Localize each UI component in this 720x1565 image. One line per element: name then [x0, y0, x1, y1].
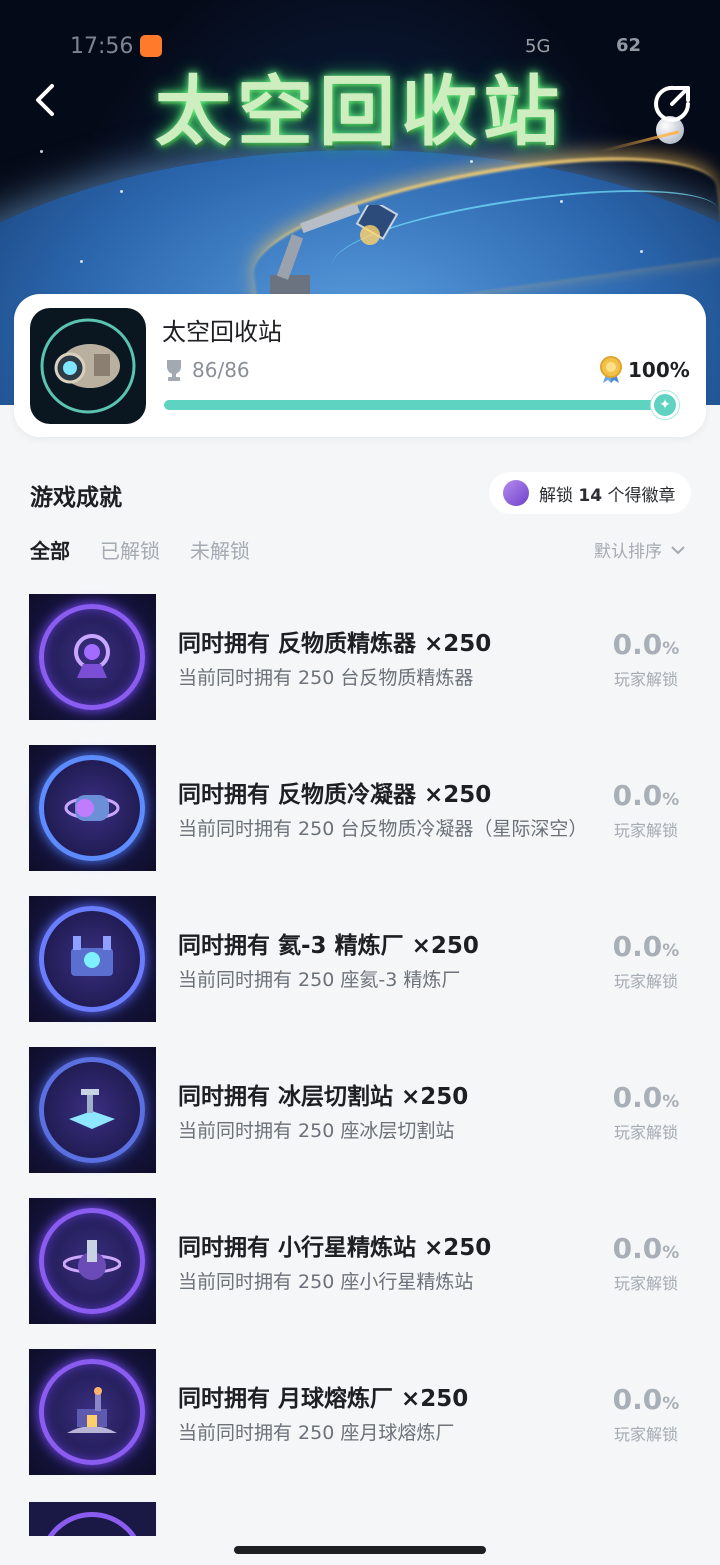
- badge-count: 14: [578, 485, 603, 506]
- badge-prefix: 解锁: [539, 485, 573, 506]
- star: [640, 250, 643, 253]
- rate-value: 0.0: [612, 1081, 663, 1114]
- robot-arm-image: [270, 205, 399, 295]
- signal-icon: 5G: [525, 36, 551, 57]
- rate-value: 0.0: [612, 1383, 663, 1416]
- banner-title: 太空回收站: [155, 67, 565, 156]
- factory-icon: [29, 896, 156, 1022]
- home-indicator[interactable]: [234, 1546, 486, 1554]
- battery-level: 62: [616, 35, 642, 56]
- achievement-row[interactable]: 同时拥有 冰层切割站 ×250 当前同时拥有 250 座冰层切割站 0.0% 玩…: [0, 1047, 720, 1173]
- achievement-desc: 当前同时拥有 250 台反物质精炼器: [178, 667, 474, 689]
- rate-unit: %: [662, 941, 680, 961]
- unlock-rate: 0.0%: [598, 779, 694, 812]
- condenser-icon: [29, 745, 156, 871]
- tab-unlocked[interactable]: 已解锁: [100, 535, 160, 564]
- ice-cutter-icon: [29, 1047, 156, 1173]
- achievement-title: 同时拥有 反物质精炼器 ×250: [178, 631, 492, 657]
- unlock-rate: 0.0%: [598, 628, 694, 661]
- rate-unit: %: [662, 790, 680, 810]
- unlock-rate-label: 玩家解锁: [613, 670, 678, 689]
- section-title: 游戏成就: [30, 485, 122, 511]
- star: [560, 200, 563, 203]
- lunar-smelter-icon: [29, 1349, 156, 1475]
- achievement-icon-partial: [29, 1502, 156, 1536]
- rate-unit: %: [662, 1394, 680, 1414]
- achievement-row[interactable]: 同时拥有 反物质精炼器 ×250 当前同时拥有 250 台反物质精炼器 0.0%…: [0, 594, 720, 720]
- unlock-rate: 0.0%: [598, 930, 694, 963]
- refinery-icon: [29, 594, 156, 720]
- achievement-desc: 当前同时拥有 250 台反物质冷凝器（星际深空）: [178, 818, 588, 840]
- chevron-down-icon: [671, 545, 685, 554]
- back-icon[interactable]: [26, 80, 66, 120]
- achievement-row[interactable]: 同时拥有 氦-3 精炼厂 ×250 当前同时拥有 250 座氦-3 精炼厂 0.…: [0, 896, 720, 1022]
- achievement-title: 同时拥有 氦-3 精炼厂 ×250: [178, 933, 479, 959]
- achievement-desc: 当前同时拥有 250 座月球熔炼厂: [178, 1422, 455, 1444]
- achievement-title: 同时拥有 小行星精炼站 ×250: [178, 1235, 492, 1261]
- star: [80, 260, 83, 263]
- badge-suffix: 个得徽章: [607, 485, 676, 506]
- unlock-rate-label: 玩家解锁: [613, 1123, 678, 1142]
- tab-locked[interactable]: 未解锁: [190, 535, 250, 564]
- star: [470, 160, 473, 163]
- achievement-desc: 当前同时拥有 250 座氦-3 精炼厂: [178, 969, 461, 991]
- asteroid-refinery-icon: [29, 1198, 156, 1324]
- unlock-rate-label: 玩家解锁: [613, 1425, 678, 1444]
- rate-unit: %: [662, 639, 680, 659]
- completion-progress-bar: [164, 400, 670, 410]
- badge-unlock-text: 解锁 14 个得徽章: [539, 481, 675, 506]
- game-name: 太空回收站: [162, 318, 282, 346]
- unlock-rate-label: 玩家解锁: [613, 821, 678, 840]
- game-icon: [30, 308, 146, 424]
- sort-label: 默认排序: [594, 542, 662, 562]
- achievement-desc: 当前同时拥有 250 座冰层切割站: [178, 1120, 455, 1142]
- trophy-count: 86/86: [192, 358, 250, 382]
- achievement-title: 同时拥有 月球熔炼厂 ×250: [178, 1386, 469, 1412]
- progress-fill: [164, 400, 670, 410]
- status-time: 17:56: [70, 34, 134, 59]
- filter-tabs: 全部 已解锁 未解锁: [30, 535, 250, 564]
- unlock-rate: 0.0%: [598, 1081, 694, 1114]
- achievement-title: 同时拥有 冰层切割站 ×250: [178, 1084, 469, 1110]
- completion-percent: 100%: [628, 358, 690, 382]
- unlock-rate-label: 玩家解锁: [613, 1274, 678, 1293]
- medal-icon: [600, 356, 622, 383]
- sort-dropdown[interactable]: 默认排序: [594, 537, 686, 562]
- rate-value: 0.0: [612, 1232, 663, 1265]
- achievement-row[interactable]: 同时拥有 小行星精炼站 ×250 当前同时拥有 250 座小行星精炼站 0.0%…: [0, 1198, 720, 1324]
- rate-unit: %: [662, 1092, 680, 1112]
- status-bar: 17:56 5G 62: [0, 32, 720, 60]
- rate-unit: %: [662, 1243, 680, 1263]
- rate-value: 0.0: [612, 930, 663, 963]
- badge-icon: [503, 480, 529, 506]
- progress-star-icon: ✦: [651, 391, 679, 419]
- share-icon[interactable]: [652, 84, 692, 124]
- screen-record-icon: [140, 35, 162, 57]
- rate-value: 0.0: [612, 628, 663, 661]
- achievement-desc: 当前同时拥有 250 座小行星精炼站: [178, 1271, 474, 1293]
- tab-all[interactable]: 全部: [30, 535, 70, 564]
- achievement-title: 同时拥有 反物质冷凝器 ×250: [178, 782, 492, 808]
- trophy-icon: [167, 360, 181, 381]
- game-summary-card[interactable]: 太空回收站 86/86 100% ✦: [14, 294, 706, 437]
- badge-unlock-pill[interactable]: 解锁 14 个得徽章: [489, 472, 691, 514]
- achievement-row[interactable]: 同时拥有 反物质冷凝器 ×250 当前同时拥有 250 台反物质冷凝器（星际深空…: [0, 745, 720, 871]
- unlock-rate: 0.0%: [598, 1232, 694, 1265]
- star: [120, 190, 123, 193]
- achievement-row[interactable]: 同时拥有 月球熔炼厂 ×250 当前同时拥有 250 座月球熔炼厂 0.0% 玩…: [0, 1349, 720, 1475]
- unlock-rate: 0.0%: [598, 1383, 694, 1416]
- rate-value: 0.0: [612, 779, 663, 812]
- unlock-rate-label: 玩家解锁: [613, 972, 678, 991]
